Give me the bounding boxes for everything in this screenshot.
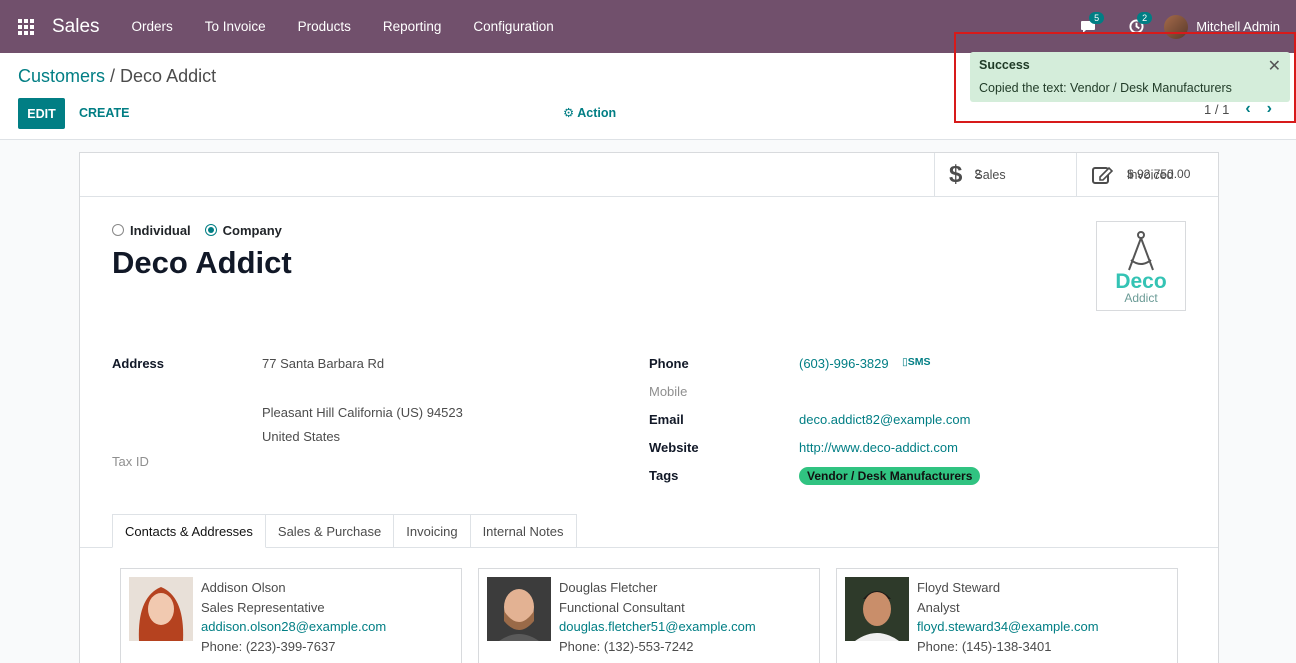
website-label: Website — [649, 440, 699, 455]
email-value[interactable]: deco.addict82@example.com — [799, 412, 970, 427]
activities-badge: 2 — [1137, 12, 1153, 24]
logo-word: Deco — [1115, 270, 1167, 293]
tab-invoicing[interactable]: Invoicing — [394, 514, 471, 548]
sales-smart-button[interactable]: $ 2 Sales — [934, 153, 1076, 197]
dollar-icon: $ — [949, 161, 963, 188]
app-menu-icon[interactable] — [0, 0, 52, 53]
contact-email[interactable]: douglas.fletcher51@example.com — [559, 617, 756, 637]
action-label: Action — [577, 106, 617, 120]
breadcrumb-customers[interactable]: Customers — [18, 66, 105, 86]
menu-to-invoice[interactable]: To Invoice — [189, 0, 282, 53]
contact-photo — [845, 577, 909, 641]
contact-phone: Phone: (132)-553-7242 — [559, 638, 694, 654]
highlight-box — [954, 32, 1296, 123]
messages-badge: 5 — [1089, 12, 1105, 24]
address-city-line: Pleasant Hill California (US) 94523 — [262, 405, 463, 420]
radio-circle-icon — [112, 224, 124, 236]
radio-checked-icon — [204, 224, 217, 236]
phone-value[interactable]: (603)-996-3829 — [799, 356, 889, 371]
contact-card[interactable]: Douglas Fletcher Functional Consultant d… — [478, 568, 820, 663]
breadcrumb: Customers / Deco Addict — [18, 66, 216, 87]
contact-phone: Phone: (223)-399-7637 — [201, 638, 336, 654]
contact-name: Floyd Steward — [917, 580, 1001, 595]
address-street: 77 Santa Barbara Rd — [262, 356, 385, 371]
contact-email[interactable]: addison.olson28@example.com — [201, 617, 386, 637]
contact-name: Addison Olson — [201, 580, 286, 595]
edit-document-icon — [1092, 166, 1114, 184]
tab-internal-notes[interactable]: Internal Notes — [470, 514, 577, 548]
individual-label: Individual — [130, 223, 191, 238]
menu-reporting[interactable]: Reporting — [367, 0, 458, 53]
mobile-label: Mobile — [649, 384, 688, 399]
tag-vendor-desk-manufacturers[interactable]: Vendor / Desk Manufacturers — [799, 467, 981, 485]
contact-name: Douglas Fletcher — [559, 580, 658, 595]
contact-role: Analyst — [917, 599, 960, 615]
radio-company[interactable]: Company — [204, 223, 282, 238]
breadcrumb-current: Deco Addict — [120, 66, 217, 86]
invoiced-smart-button[interactable]: $ 92,750.00 Invoiced — [1076, 153, 1218, 197]
contact-card[interactable]: Floyd Steward Analyst floyd.steward34@ex… — [836, 568, 1178, 663]
contact-photo — [129, 577, 193, 641]
phone-label: Phone — [649, 356, 689, 371]
partner-logo[interactable]: Deco Addict — [1096, 221, 1186, 311]
contact-photo — [487, 577, 551, 641]
notebook-tabs: Contacts & Addresses Sales & Purchase In… — [112, 514, 577, 548]
menu-orders[interactable]: Orders — [116, 0, 189, 53]
smart-button-box: $ 2 Sales $ 92,750.00 Invoiced — [80, 153, 1218, 197]
tab-sales-purchase[interactable]: Sales & Purchase — [265, 514, 395, 548]
company-label: Company — [222, 223, 282, 238]
contact-role: Sales Representative — [201, 599, 325, 615]
app-name[interactable]: Sales — [52, 16, 100, 38]
contact-role: Functional Consultant — [559, 599, 685, 615]
menu-products[interactable]: Products — [282, 0, 367, 53]
create-button[interactable]: CREATE — [79, 98, 129, 129]
address-country: United States — [262, 429, 341, 444]
website-value[interactable]: http://www.deco-addict.com — [799, 440, 958, 455]
contact-email[interactable]: floyd.steward34@example.com — [917, 617, 1099, 637]
partner-name: Deco Addict — [112, 245, 292, 280]
tags-label: Tags — [649, 468, 679, 483]
menu-configuration[interactable]: Configuration — [457, 0, 569, 53]
address-label: Address — [112, 356, 165, 371]
form-sheet: $ 2 Sales $ 92,750.00 Invoiced Individua… — [79, 152, 1219, 663]
contact-card[interactable]: Addison Olson Sales Representative addis… — [120, 568, 462, 663]
radio-individual[interactable]: Individual — [112, 223, 191, 238]
sales-count: 2 — [974, 167, 982, 181]
tab-contacts-addresses[interactable]: Contacts & Addresses — [112, 514, 266, 548]
logo-sub: Addict — [1124, 291, 1158, 305]
contact-phone: Phone: (145)-138-3401 — [917, 638, 1052, 654]
sms-button[interactable]: ▯SMS — [902, 356, 931, 368]
breadcrumb-separator: / — [105, 66, 121, 86]
email-label: Email — [649, 412, 684, 427]
tax-id-label: Tax ID — [112, 454, 149, 469]
edit-button[interactable]: EDIT — [18, 98, 65, 129]
sms-label: SMS — [907, 356, 931, 368]
compass-logo-icon — [1128, 231, 1154, 271]
company-type-radio: Individual Company — [112, 223, 282, 238]
gear-icon: ⚙ — [563, 106, 575, 120]
action-dropdown[interactable]: ⚙ Action — [563, 98, 616, 129]
invoiced-amount: $ 92,750.00 — [1127, 167, 1191, 181]
